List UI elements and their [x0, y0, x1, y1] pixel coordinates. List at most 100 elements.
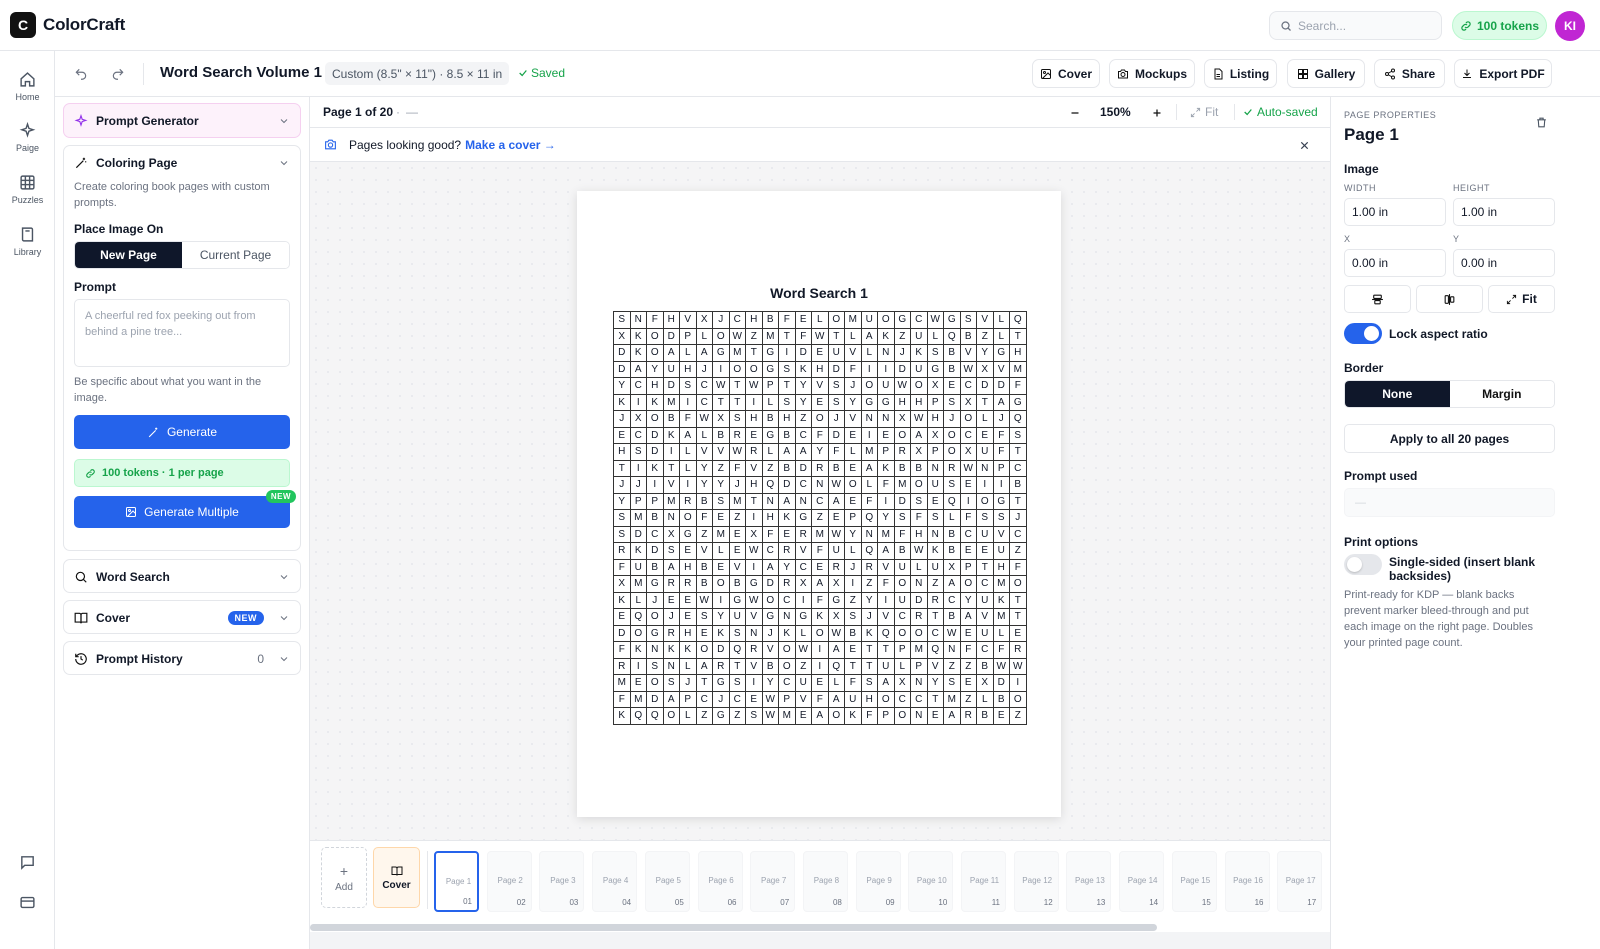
zoom-level[interactable]: 150% [1100, 105, 1131, 119]
apply-all-button[interactable]: Apply to all 20 pages [1344, 424, 1555, 453]
grid-cell: U [844, 690, 862, 708]
grid-cell: W [712, 377, 730, 395]
page-thumbnail[interactable]: Page 16 16 [1224, 851, 1270, 912]
cover-button[interactable]: Cover [1032, 59, 1100, 88]
prompt-history-section[interactable]: Prompt History 0 [63, 641, 301, 675]
height-input[interactable]: 1.00 in [1453, 198, 1555, 226]
page-thumbnail[interactable]: Page 8 08 [802, 851, 848, 912]
feedback-button[interactable] [13, 848, 41, 876]
page-thumbnail[interactable]: Page 15 15 [1171, 851, 1217, 912]
grid-cell: S [778, 360, 796, 378]
puzzle-title[interactable]: Word Search 1 [577, 285, 1061, 301]
coloring-page-header[interactable]: Coloring Page [64, 146, 300, 179]
gallery-button[interactable]: Gallery [1287, 59, 1365, 88]
search-input[interactable]: Search... [1269, 11, 1442, 40]
grid-cell: H [745, 476, 763, 494]
listing-button[interactable]: Listing [1204, 59, 1277, 88]
current-page-option[interactable]: Current Page [182, 242, 289, 268]
generate-multiple-button[interactable]: Generate Multiple NEW [74, 490, 296, 528]
page-canvas[interactable]: Word Search 1 SNFHVXJCHBFELOMUOGCWGSVLQX… [577, 191, 1061, 817]
grid-cell: T [877, 641, 895, 659]
align-horizontal-button[interactable] [1344, 285, 1411, 313]
page-size-chip[interactable]: Custom (8.5" × 11") · 8.5 × 11 in [325, 62, 510, 85]
user-avatar[interactable]: KI [1555, 11, 1585, 41]
page-thumbnail-label: Page 1 [445, 877, 472, 886]
billing-button[interactable] [13, 888, 41, 916]
close-icon[interactable] [1299, 140, 1310, 151]
border-none-option[interactable]: None [1345, 381, 1450, 407]
grid-cell: S [1009, 426, 1027, 444]
page-thumbnail[interactable]: Page 4 04 [592, 851, 638, 912]
redo-button[interactable] [103, 59, 133, 89]
page-thumbnail[interactable]: Page 14 14 [1119, 851, 1165, 912]
add-page-button[interactable]: + Add [321, 847, 367, 908]
chevron-down-icon[interactable] [278, 571, 290, 583]
chevron-down-icon[interactable] [278, 612, 290, 624]
prompt-generator-section[interactable]: Prompt Generator [63, 103, 301, 138]
page-thumbnail[interactable]: Page 2 02 [486, 851, 532, 912]
export-pdf-button[interactable]: Export PDF [1454, 59, 1552, 88]
make-cover-link[interactable]: Make a cover → [465, 138, 556, 152]
border-margin-option[interactable]: Margin [1449, 381, 1554, 407]
grid-cell: V [811, 377, 829, 395]
rail-item-puzzles[interactable]: Puzzles [0, 174, 55, 205]
tokens-badge[interactable]: 100 tokens [1452, 11, 1547, 40]
cover-section[interactable]: Cover NEW [63, 600, 301, 634]
cover-thumbnail[interactable]: Cover [373, 847, 420, 908]
page-thumbnail[interactable]: Page 1 01 [434, 851, 479, 912]
page-thumbnail[interactable]: Page 12 12 [1013, 851, 1059, 912]
grid-cell: B [943, 608, 961, 626]
page-thumbnail[interactable]: Page 17 17 [1277, 851, 1323, 912]
word-search-grid[interactable]: SNFHVXJCHBFELOMUOGCWGSVLQXKODPLOWZMTFWTL… [613, 311, 1027, 725]
page-thumbnail[interactable]: Page 10 10 [908, 851, 954, 912]
chevron-down-icon[interactable] [278, 653, 290, 665]
page-thumbnail[interactable]: Page 11 11 [961, 851, 1006, 912]
y-input[interactable]: 0.00 in [1453, 249, 1555, 277]
grid-cell: S [613, 311, 631, 329]
zoom-out-icon[interactable] [1069, 107, 1081, 119]
page-thumbnail-number: 03 [569, 898, 579, 907]
grid-cell: S [976, 509, 994, 527]
mockups-button[interactable]: Mockups [1109, 59, 1195, 88]
fit-image-button[interactable]: Fit [1488, 285, 1555, 313]
page-thumbnail[interactable]: Page 9 09 [855, 851, 901, 912]
scrollbar-thumb[interactable] [310, 924, 1157, 931]
rail-item-library[interactable]: Library [0, 226, 55, 257]
trash-icon[interactable] [1535, 116, 1548, 129]
align-vertical-button[interactable] [1416, 285, 1483, 313]
page-thumbnail[interactable]: Page 3 03 [539, 851, 585, 912]
page-thumbnail[interactable]: Page 6 06 [697, 851, 743, 912]
grid-cell: T [712, 393, 730, 411]
grid-cell: Y [959, 591, 977, 609]
word-search-section[interactable]: Word Search [63, 559, 301, 593]
chevron-down-icon[interactable] [278, 157, 290, 169]
share-button[interactable]: Share [1374, 59, 1445, 88]
strip-scrollbar[interactable] [310, 923, 1330, 932]
page-thumbnail[interactable]: Page 7 07 [750, 851, 796, 912]
undo-button[interactable] [66, 59, 96, 89]
lock-aspect-toggle[interactable] [1344, 323, 1382, 344]
grid-cell: O [860, 377, 878, 395]
generate-button[interactable]: Generate [74, 415, 290, 449]
grid-cell: Q [860, 542, 878, 560]
app-logo[interactable]: C [10, 12, 36, 38]
new-page-option[interactable]: New Page [75, 242, 182, 268]
document-title[interactable]: Word Search Volume 1 [160, 64, 322, 81]
rail-item-home[interactable]: Home [0, 71, 55, 102]
grid-cell: K [877, 327, 895, 345]
chevron-down-icon[interactable] [278, 115, 290, 127]
page-thumbnail[interactable]: Page 5 05 [644, 851, 690, 912]
grid-cell: U [728, 608, 746, 626]
width-input[interactable]: 1.00 in [1344, 198, 1446, 226]
zoom-in-icon[interactable] [1151, 107, 1163, 119]
prompt-textarea[interactable]: A cheerful red fox peeking out from behi… [74, 299, 290, 367]
grid-cell: K [662, 426, 680, 444]
rail-item-paige[interactable]: Paige [0, 122, 55, 153]
grid-cell: Z [794, 657, 812, 675]
grid-cell: F [778, 311, 796, 329]
single-sided-toggle[interactable] [1344, 554, 1382, 575]
x-input[interactable]: 0.00 in [1344, 249, 1446, 277]
width-label: WIDTH [1344, 183, 1376, 193]
page-thumbnail[interactable]: Page 13 13 [1066, 851, 1112, 912]
fit-button[interactable]: Fit [1190, 105, 1218, 119]
